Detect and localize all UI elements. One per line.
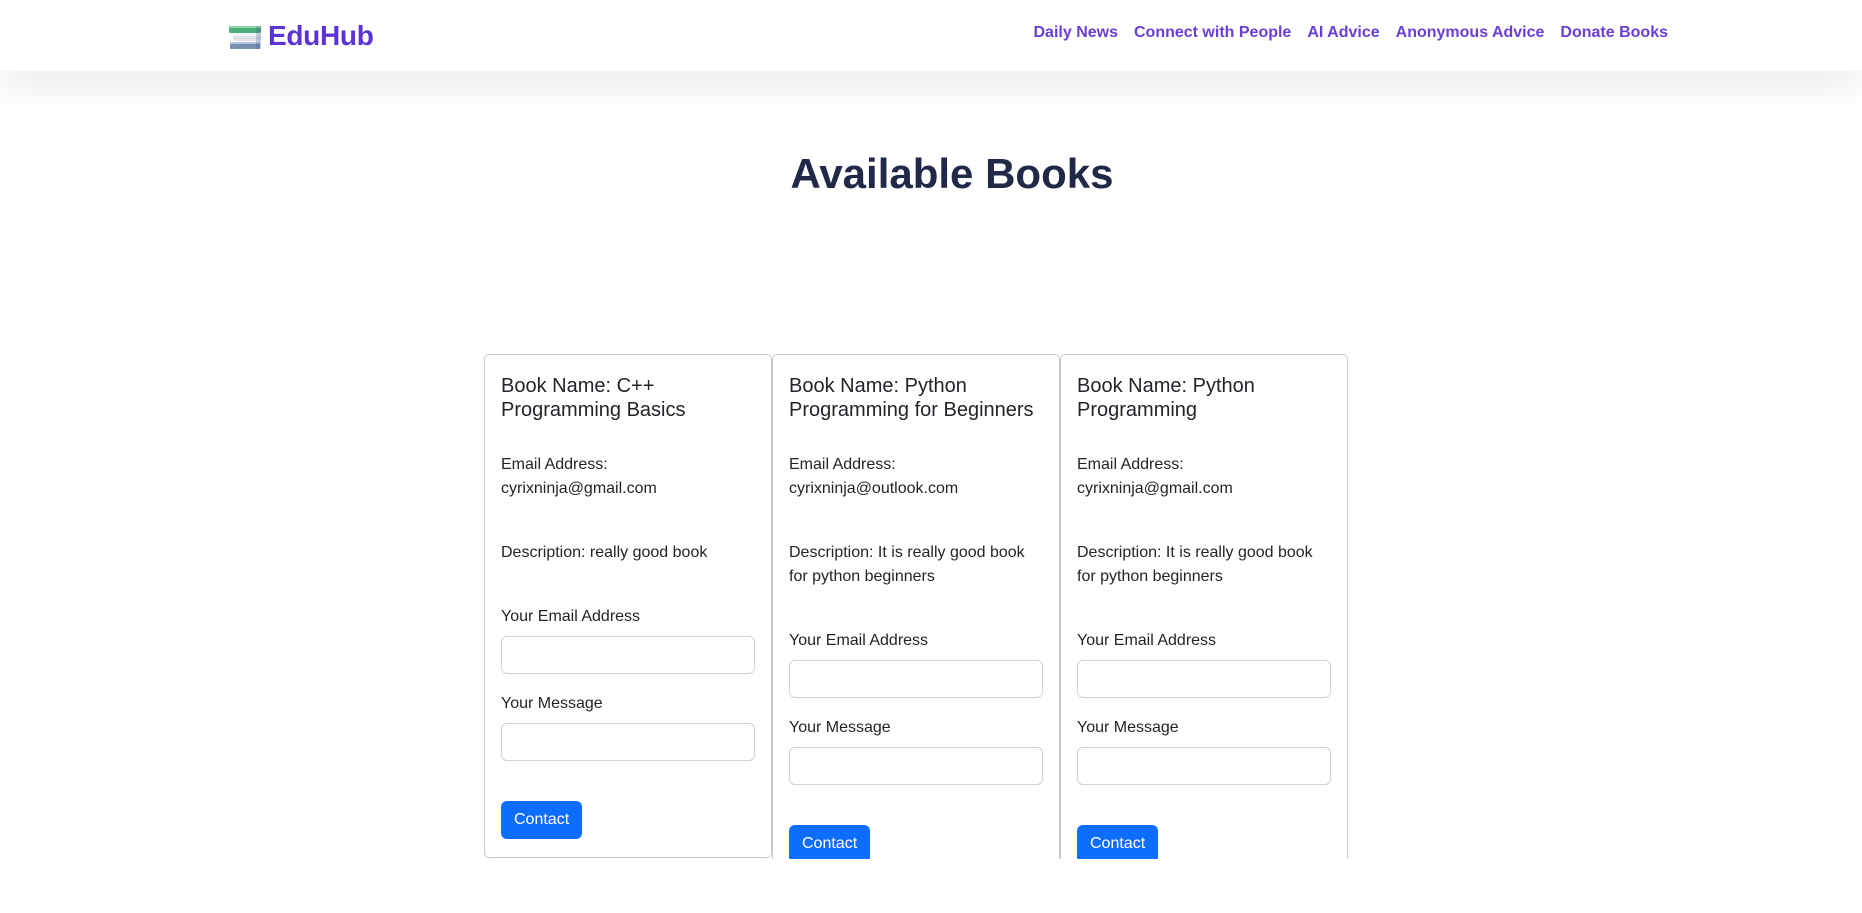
book-name: Book Name: Python Programming for Beginn… [789, 375, 1034, 421]
brand-name: EduHub [268, 20, 374, 51]
nav-links: Daily News Connect with People AI Advice… [1034, 24, 1669, 42]
book-cards: Book Name: C++ Programming Basics Email … [484, 354, 1348, 859]
navbar: EduHub Daily News Connect with People AI… [0, 0, 1862, 71]
owner-email-label: Email Address: [501, 456, 608, 473]
nav-link-ai-advice[interactable]: AI Advice [1307, 24, 1379, 42]
owner-email-block: Email Address: cyrixninja@gmail.com [1077, 453, 1331, 501]
your-email-label: Your Email Address [501, 608, 641, 625]
your-message-label: Your Message [501, 695, 603, 712]
owner-email: cyrixninja@gmail.com [1077, 480, 1233, 497]
book-card: Book Name: Python Programming Email Addr… [1060, 354, 1348, 859]
contact-button[interactable]: Contact [501, 801, 583, 839]
your-message-label: Your Message [1077, 719, 1179, 736]
owner-email-block: Email Address: cyrixninja@outlook.com [789, 453, 1043, 501]
owner-email-block: Email Address: cyrixninja@gmail.com [501, 453, 755, 501]
contact-button[interactable]: Contact [1077, 825, 1159, 859]
nav-link-connect-with-people[interactable]: Connect with People [1134, 24, 1291, 42]
book-name: Book Name: C++ Programming Basics [501, 375, 686, 421]
book-description: Description: really good book [501, 544, 708, 561]
your-email-input[interactable] [501, 636, 755, 674]
your-email-input[interactable] [789, 660, 1043, 698]
your-message-input[interactable] [501, 723, 755, 761]
page-title: Available Books [790, 150, 1114, 197]
contact-button[interactable]: Contact [789, 825, 871, 859]
book-name: Book Name: Python Programming [1077, 375, 1255, 421]
your-message-label: Your Message [789, 719, 891, 736]
your-email-input[interactable] [1077, 660, 1331, 698]
your-email-label: Your Email Address [789, 632, 929, 649]
book-description: Description: It is really good book for … [789, 544, 1025, 585]
owner-email-label: Email Address: [789, 456, 896, 473]
owner-email: cyrixninja@outlook.com [789, 480, 959, 497]
your-email-label: Your Email Address [1077, 632, 1217, 649]
your-message-input[interactable] [789, 747, 1043, 785]
owner-email-label: Email Address: [1077, 456, 1184, 473]
book-card: Book Name: C++ Programming Basics Email … [484, 354, 772, 858]
owner-email: cyrixninja@gmail.com [501, 480, 657, 497]
your-message-input[interactable] [1077, 747, 1331, 785]
nav-link-anonymous-advice[interactable]: Anonymous Advice [1396, 24, 1545, 42]
nav-link-donate-books[interactable]: Donate Books [1560, 24, 1668, 42]
nav-link-daily-news[interactable]: Daily News [1034, 24, 1118, 42]
brand-link[interactable]: EduHub [228, 17, 374, 55]
book-card: Book Name: Python Programming for Beginn… [772, 354, 1060, 859]
books-stack-icon [228, 20, 264, 52]
book-description: Description: It is really good book for … [1077, 544, 1313, 585]
